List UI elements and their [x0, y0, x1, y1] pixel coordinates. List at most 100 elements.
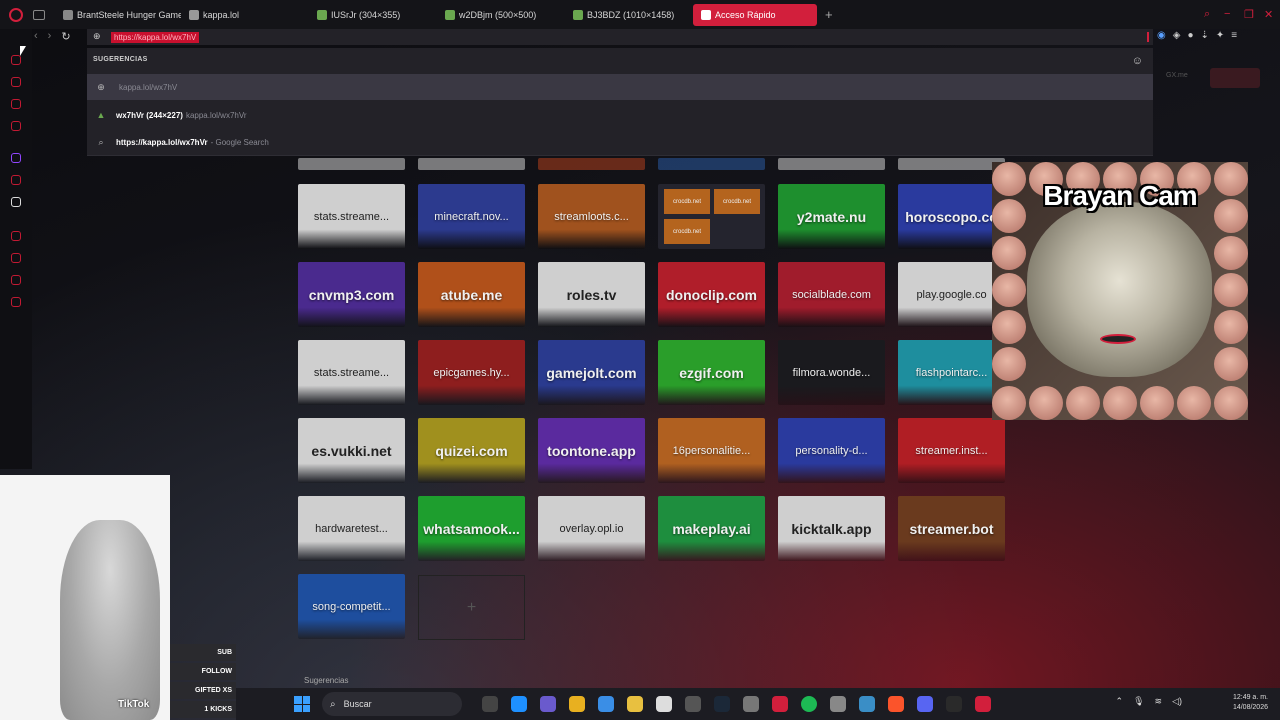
- store-icon[interactable]: [656, 696, 672, 712]
- speed-dial-tile[interactable]: roles.tv: [538, 262, 645, 327]
- audio-icon[interactable]: ◉: [1157, 30, 1166, 41]
- speed-dial-partial-tile[interactable]: [898, 158, 1005, 170]
- app-icon[interactable]: [685, 696, 701, 712]
- new-tab-button[interactable]: +: [825, 7, 833, 22]
- tab-0[interactable]: BrantSteele Hunger Game: [55, 4, 181, 26]
- speed-dial-tile[interactable]: minecraft.nov...: [418, 184, 525, 249]
- close-icon[interactable]: ✕: [1264, 8, 1273, 21]
- download-icon[interactable]: ⇣: [1200, 30, 1208, 41]
- speed-dial-partial-tile[interactable]: [658, 158, 765, 170]
- sidebar-x-icon[interactable]: [11, 197, 21, 207]
- chevron-up-icon[interactable]: ⌃: [1116, 696, 1124, 707]
- app-icon[interactable]: [946, 696, 962, 712]
- crocodb-folder[interactable]: crocdb.net crocdb.net crocdb.net: [658, 184, 765, 249]
- speed-dial-tile[interactable]: streamloots.c...: [538, 184, 645, 249]
- sidebar-settings-icon[interactable]: [11, 297, 21, 307]
- speed-dial-tile[interactable]: cnvmp3.com: [298, 262, 405, 327]
- windows-start-icon[interactable]: [294, 696, 310, 712]
- speed-dial-tile[interactable]: whatsamook...: [418, 496, 525, 561]
- speed-dial-tile[interactable]: y2mate.nu: [778, 184, 885, 249]
- sidebar-twitch-icon[interactable]: [11, 153, 21, 163]
- sidebar-music-icon[interactable]: [11, 121, 21, 131]
- puzzle-icon[interactable]: ◈: [1173, 30, 1181, 41]
- speed-dial-tile[interactable]: makeplay.ai: [658, 496, 765, 561]
- speed-dial-tile[interactable]: flashpointarc...: [898, 340, 1005, 405]
- forward-icon[interactable]: ›: [48, 30, 52, 46]
- speed-dial-tile[interactable]: donoclip.com: [658, 262, 765, 327]
- mic-icon[interactable]: 🎙︎: [1133, 696, 1144, 707]
- tab-4[interactable]: BJ3BDZ (1010×1458): [565, 4, 693, 26]
- teams-icon[interactable]: [540, 696, 556, 712]
- sidebar-history-icon[interactable]: [11, 231, 21, 241]
- opera-logo-icon[interactable]: [9, 7, 23, 22]
- search-tabs-icon[interactable]: ⌕: [1204, 8, 1210, 21]
- speed-dial-tile[interactable]: 16personalitie...: [658, 418, 765, 483]
- speed-dial-partial-tile[interactable]: [778, 158, 885, 170]
- speed-dial-tile[interactable]: horoscopo.co: [898, 184, 1005, 249]
- sidebar-app-icon[interactable]: [11, 77, 21, 87]
- speed-dial-tile[interactable]: socialblade.com: [778, 262, 885, 327]
- bookmark-ghost[interactable]: [1210, 68, 1260, 88]
- mail-icon[interactable]: [598, 696, 614, 712]
- app-icon[interactable]: [975, 696, 991, 712]
- sidebar-clock-icon[interactable]: [11, 253, 21, 263]
- tab-1[interactable]: kappa.lol: [181, 4, 309, 26]
- suggestion-item[interactable]: ▲ wx7hVr (244×227) kappa.lol/wx7hVr: [87, 102, 1153, 128]
- sidebar-home-icon[interactable]: [11, 55, 21, 65]
- speed-dial-tile[interactable]: es.vukki.net: [298, 418, 405, 483]
- wifi-icon[interactable]: ≋: [1155, 696, 1163, 707]
- speed-dial-tile[interactable]: epicgames.hy...: [418, 340, 525, 405]
- sidebar-extensions-icon[interactable]: [11, 275, 21, 285]
- suggestion-item[interactable]: ⌕ https://kappa.lol/wx7hVr - Google Sear…: [87, 129, 1153, 155]
- crocodb-mini-tile[interactable]: crocdb.net: [714, 189, 760, 214]
- url-input[interactable]: https://kappa.lol/wx7hV: [111, 31, 200, 43]
- tab-menu-icon[interactable]: [33, 9, 45, 20]
- task-view-icon[interactable]: [482, 696, 498, 712]
- address-bar[interactable]: ⊕ https://kappa.lol/wx7hV: [87, 29, 1153, 45]
- site-info-icon[interactable]: ⊕: [93, 31, 101, 42]
- volume-icon[interactable]: ◁): [1172, 696, 1182, 707]
- back-icon[interactable]: ‹: [34, 30, 38, 46]
- steam-icon[interactable]: [714, 696, 730, 712]
- ai-icon[interactable]: ✦: [1216, 30, 1224, 41]
- profile-icon[interactable]: ●: [1187, 30, 1193, 41]
- chrome-icon[interactable]: [569, 696, 585, 712]
- sidebar-app-icon[interactable]: [11, 175, 21, 185]
- suggestion-item[interactable]: ⊕ kappa.lol/wx7hV: [87, 74, 1153, 100]
- explorer-icon[interactable]: [627, 696, 643, 712]
- speed-dial-tile[interactable]: stats.streame...: [298, 340, 405, 405]
- taskbar-search[interactable]: ⌕ Buscar: [322, 692, 462, 716]
- speed-dial-partial-tile[interactable]: [538, 158, 645, 170]
- maximize-icon[interactable]: ❐: [1244, 8, 1254, 21]
- opera-taskbar-icon[interactable]: [772, 696, 788, 712]
- suggestions-label[interactable]: Sugerencias: [304, 676, 348, 685]
- bookmark-ghost[interactable]: GX.me: [1166, 72, 1188, 79]
- emoji-icon[interactable]: ☺: [1132, 55, 1143, 67]
- speed-dial-tile[interactable]: filmora.wonde...: [778, 340, 885, 405]
- tab-2[interactable]: IUSrJr (304×355): [309, 4, 437, 26]
- speed-dial-tile[interactable]: gamejolt.com: [538, 340, 645, 405]
- tab-3[interactable]: w2DBjm (500×500): [437, 4, 565, 26]
- speed-dial-tile[interactable]: song-competit...: [298, 574, 405, 639]
- speed-dial-tile[interactable]: toontone.app: [538, 418, 645, 483]
- menu-icon[interactable]: ≡: [1231, 30, 1237, 41]
- speed-dial-tile[interactable]: play.google.co: [898, 262, 1005, 327]
- speed-dial-tile[interactable]: streamer.inst...: [898, 418, 1005, 483]
- speed-dial-tile[interactable]: overlay.opl.io: [538, 496, 645, 561]
- brave-icon[interactable]: [888, 696, 904, 712]
- sidebar-messenger-icon[interactable]: [11, 99, 21, 109]
- edge-icon[interactable]: [511, 696, 527, 712]
- minimize-icon[interactable]: −: [1224, 8, 1230, 20]
- speed-dial-partial-tile[interactable]: [418, 158, 525, 170]
- speed-dial-partial-tile[interactable]: [298, 158, 405, 170]
- crocodb-mini-tile[interactable]: crocdb.net: [664, 189, 710, 214]
- crocodb-mini-tile[interactable]: crocdb.net: [664, 219, 710, 244]
- spotify-icon[interactable]: [801, 696, 817, 712]
- speed-dial-tile[interactable]: streamer.bot: [898, 496, 1005, 561]
- speed-dial-tile[interactable]: kicktalk.app: [778, 496, 885, 561]
- speed-dial-tile[interactable]: ezgif.com: [658, 340, 765, 405]
- app-icon[interactable]: [830, 696, 846, 712]
- tab-5-active[interactable]: Acceso Rápido: [693, 3, 817, 26]
- speed-dial-tile[interactable]: quizei.com: [418, 418, 525, 483]
- speed-dial-tile[interactable]: atube.me: [418, 262, 525, 327]
